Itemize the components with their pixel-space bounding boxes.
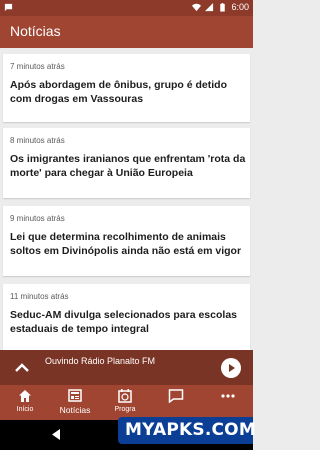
nav-item-more[interactable] (202, 385, 253, 420)
news-headline[interactable]: Os imigrantes iranianos que enfrentam 'r… (10, 152, 246, 180)
news-time: 11 minutos atrás (10, 292, 69, 301)
news-time: 9 minutos atrás (10, 214, 65, 223)
watermark-text: MYAPKS.COM (125, 420, 256, 440)
news-feed[interactable]: 7 minutos atrás Após abordagem de ônibus… (0, 48, 253, 350)
news-card[interactable]: 7 minutos atrás Após abordagem de ônibus… (3, 54, 250, 122)
news-headline[interactable]: Seduc-AM divulga selecionados para escol… (10, 308, 246, 336)
news-headline[interactable]: Após abordagem de ônibus, grupo é detido… (10, 78, 246, 106)
notification-icon (4, 3, 13, 12)
news-icon (68, 389, 82, 402)
chat-icon (168, 389, 184, 403)
news-headline[interactable]: Lei que determina recolhimento de animai… (10, 230, 246, 258)
play-icon (229, 364, 235, 372)
battery-icon (220, 2, 226, 12)
app-bar: Notícias (0, 16, 253, 48)
play-button[interactable] (221, 358, 241, 378)
nav-item-noticias[interactable]: Notícias (50, 385, 100, 420)
status-bar: 6:00 (0, 0, 253, 16)
mini-player[interactable]: Ouvindo Rádio Planalto FM (0, 350, 253, 385)
wifi-icon (192, 3, 202, 11)
chevron-up-icon[interactable] (12, 358, 32, 378)
now-playing-label: Ouvindo Rádio Planalto FM (45, 356, 156, 366)
nav-label: Notícias (59, 405, 91, 415)
news-card[interactable]: 11 minutos atrás Seduc-AM divulga seleci… (3, 284, 250, 350)
news-card[interactable]: 8 minutos atrás Os imigrantes iranianos … (3, 128, 250, 198)
signal-icon (205, 2, 214, 11)
back-icon[interactable] (50, 428, 62, 441)
nav-item-chat[interactable] (150, 385, 202, 420)
watermark-banner: MYAPKS.COM (118, 417, 256, 444)
nav-item-inicio[interactable]: Início (0, 385, 50, 420)
news-card[interactable]: 9 minutos atrás Lei que determina recolh… (3, 206, 250, 276)
nav-item-programacao[interactable]: Progra (100, 385, 150, 420)
news-time: 7 minutos atrás (10, 62, 65, 71)
page-title: Notícias (10, 23, 61, 39)
more-icon (220, 394, 235, 398)
news-time: 8 minutos atrás (10, 136, 65, 145)
nav-label: Início (16, 406, 34, 413)
status-time: 6:00 (231, 2, 249, 12)
nav-label: Progra (114, 406, 136, 413)
schedule-icon (118, 389, 132, 403)
home-icon (19, 390, 31, 402)
bottom-nav: Início Notícias Progra (0, 385, 253, 420)
